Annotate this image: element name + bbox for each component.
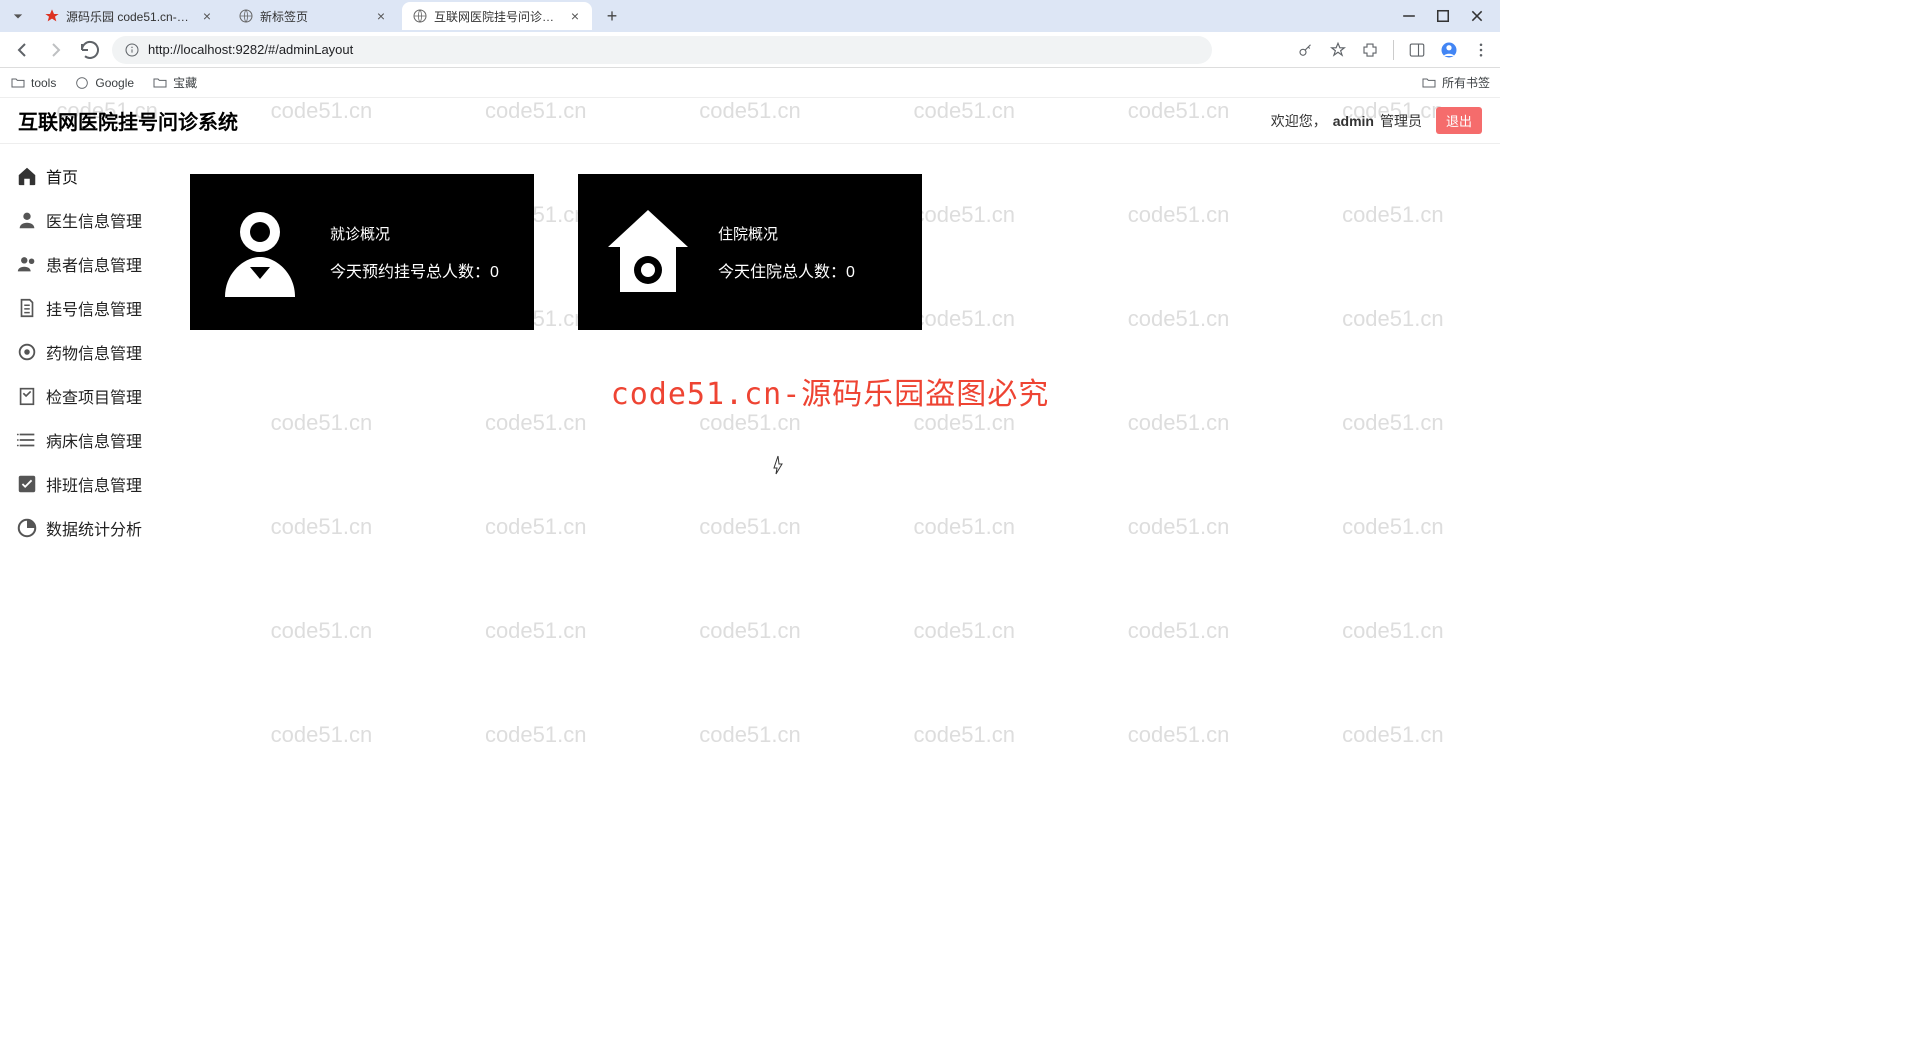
sidebar-item-label: 医生信息管理 [46,208,142,232]
globe-icon [238,8,254,24]
bookmark-label: Google [95,76,134,90]
app-header: 互联网医院挂号问诊系统 欢迎您， admin 管理员 退出 [0,98,1500,144]
url-input[interactable]: http://localhost:9282/#/adminLayout [112,36,1212,64]
user-icon [16,209,38,231]
sidebar: 首页 医生信息管理 患者信息管理 挂号信息管理 药物信息管理 检查项目管理 病床… [0,144,160,812]
chart-icon [16,517,38,539]
sidebar-item-exam[interactable]: 检查项目管理 [0,374,160,418]
globe-icon [74,75,90,91]
info-icon[interactable] [124,42,140,58]
url-text: http://localhost:9282/#/adminLayout [148,42,353,57]
back-icon[interactable] [10,38,34,62]
clipboard-icon [16,385,38,407]
check-icon [16,473,38,495]
sidebar-item-registration[interactable]: 挂号信息管理 [0,286,160,330]
profile-icon[interactable] [1440,41,1458,59]
bookmark-label: tools [31,76,56,90]
username: admin [1333,113,1374,129]
all-bookmarks[interactable]: 所有书签 [1421,74,1490,91]
tab-title: 互联网医院挂号问诊系统 [434,8,562,25]
maximize-icon[interactable] [1436,9,1450,23]
address-bar-actions [1297,40,1490,60]
pill-icon [16,341,38,363]
bookmark-item[interactable]: Google [74,75,134,91]
sidebar-item-label: 排班信息管理 [46,472,142,496]
browser-tab-active[interactable]: 互联网医院挂号问诊系统 × [402,2,592,30]
folder-icon [10,75,26,91]
sidebar-item-medicine[interactable]: 药物信息管理 [0,330,160,374]
bookmarks-bar: tools Google 宝藏 所有书签 [0,68,1500,98]
window-close-icon[interactable] [1470,9,1484,23]
window-controls [1402,9,1492,23]
card-title: 就诊概况 [330,223,499,244]
globe-icon [412,8,428,24]
divider [1393,40,1394,60]
card-title: 住院概况 [718,223,855,244]
bookmark-label: 宝藏 [173,74,197,91]
tab-title: 源码乐园 code51.cn-项目论文… [66,8,194,25]
sidebar-item-stats[interactable]: 数据统计分析 [0,506,160,550]
bookmark-item[interactable]: tools [10,75,56,91]
address-bar: http://localhost:9282/#/adminLayout [0,32,1500,68]
close-icon[interactable]: × [374,9,388,23]
main-content: 就诊概况 今天预约挂号总人数：0 住院概况 今天住院总人数：0 code [160,144,1500,812]
logout-button[interactable]: 退出 [1436,107,1482,134]
user-role: 管理员 [1380,111,1422,131]
sidebar-item-label: 挂号信息管理 [46,296,142,320]
tab-title: 新标签页 [260,8,368,25]
side-panel-icon[interactable] [1408,41,1426,59]
favicon-icon [44,8,60,24]
new-tab-button[interactable]: + [600,4,624,28]
house-icon [598,202,698,302]
dashboard-cards: 就诊概况 今天预约挂号总人数：0 住院概况 今天住院总人数：0 [190,174,1470,330]
document-icon [16,297,38,319]
close-icon[interactable]: × [200,9,214,23]
sidebar-item-doctors[interactable]: 医生信息管理 [0,198,160,242]
sidebar-item-patients[interactable]: 患者信息管理 [0,242,160,286]
card-text: 就诊概况 今天预约挂号总人数：0 [330,223,499,282]
app-body: 首页 医生信息管理 患者信息管理 挂号信息管理 药物信息管理 检查项目管理 病床… [0,144,1500,812]
welcome-text: 欢迎您， [1271,111,1327,131]
sidebar-item-label: 数据统计分析 [46,516,142,540]
users-icon [16,253,38,275]
sidebar-item-label: 患者信息管理 [46,252,142,276]
extension-icon[interactable] [1361,41,1379,59]
home-icon [16,165,38,187]
all-bookmarks-label: 所有书签 [1442,74,1490,91]
bookmark-item[interactable]: 宝藏 [152,74,197,91]
sidebar-item-label: 首页 [46,164,78,188]
minimize-icon[interactable] [1402,9,1416,23]
sidebar-item-label: 药物信息管理 [46,340,142,364]
star-icon[interactable] [1329,41,1347,59]
folder-icon [152,75,168,91]
sidebar-item-label: 检查项目管理 [46,384,142,408]
forward-icon[interactable] [44,38,68,62]
sidebar-item-beds[interactable]: 病床信息管理 [0,418,160,462]
sidebar-item-schedule[interactable]: 排班信息管理 [0,462,160,506]
browser-tab-strip: 源码乐园 code51.cn-项目论文… × 新标签页 × 互联网医院挂号问诊系… [0,0,1500,32]
watermark-notice: code51.cn-源码乐园盗图必究 [160,369,1500,413]
card-stat: 今天预约挂号总人数：0 [330,258,499,282]
sidebar-item-label: 病床信息管理 [46,428,142,452]
reload-icon[interactable] [78,38,102,62]
tab-dropdown-icon[interactable] [8,6,28,26]
key-icon[interactable] [1297,41,1315,59]
person-icon [210,202,310,302]
card-stat: 今天住院总人数：0 [718,258,855,282]
browser-tab[interactable]: 新标签页 × [228,2,398,30]
sidebar-item-home[interactable]: 首页 [0,154,160,198]
close-icon[interactable]: × [568,9,582,23]
card-hospitalization: 住院概况 今天住院总人数：0 [578,174,922,330]
app-title: 互联网医院挂号问诊系统 [18,106,238,135]
folder-icon [1421,75,1437,91]
menu-icon[interactable] [1472,41,1490,59]
list-icon [16,429,38,451]
header-user-info: 欢迎您， admin 管理员 退出 [1271,107,1482,134]
card-visits: 就诊概况 今天预约挂号总人数：0 [190,174,534,330]
browser-tab[interactable]: 源码乐园 code51.cn-项目论文… × [34,2,224,30]
card-text: 住院概况 今天住院总人数：0 [718,223,855,282]
